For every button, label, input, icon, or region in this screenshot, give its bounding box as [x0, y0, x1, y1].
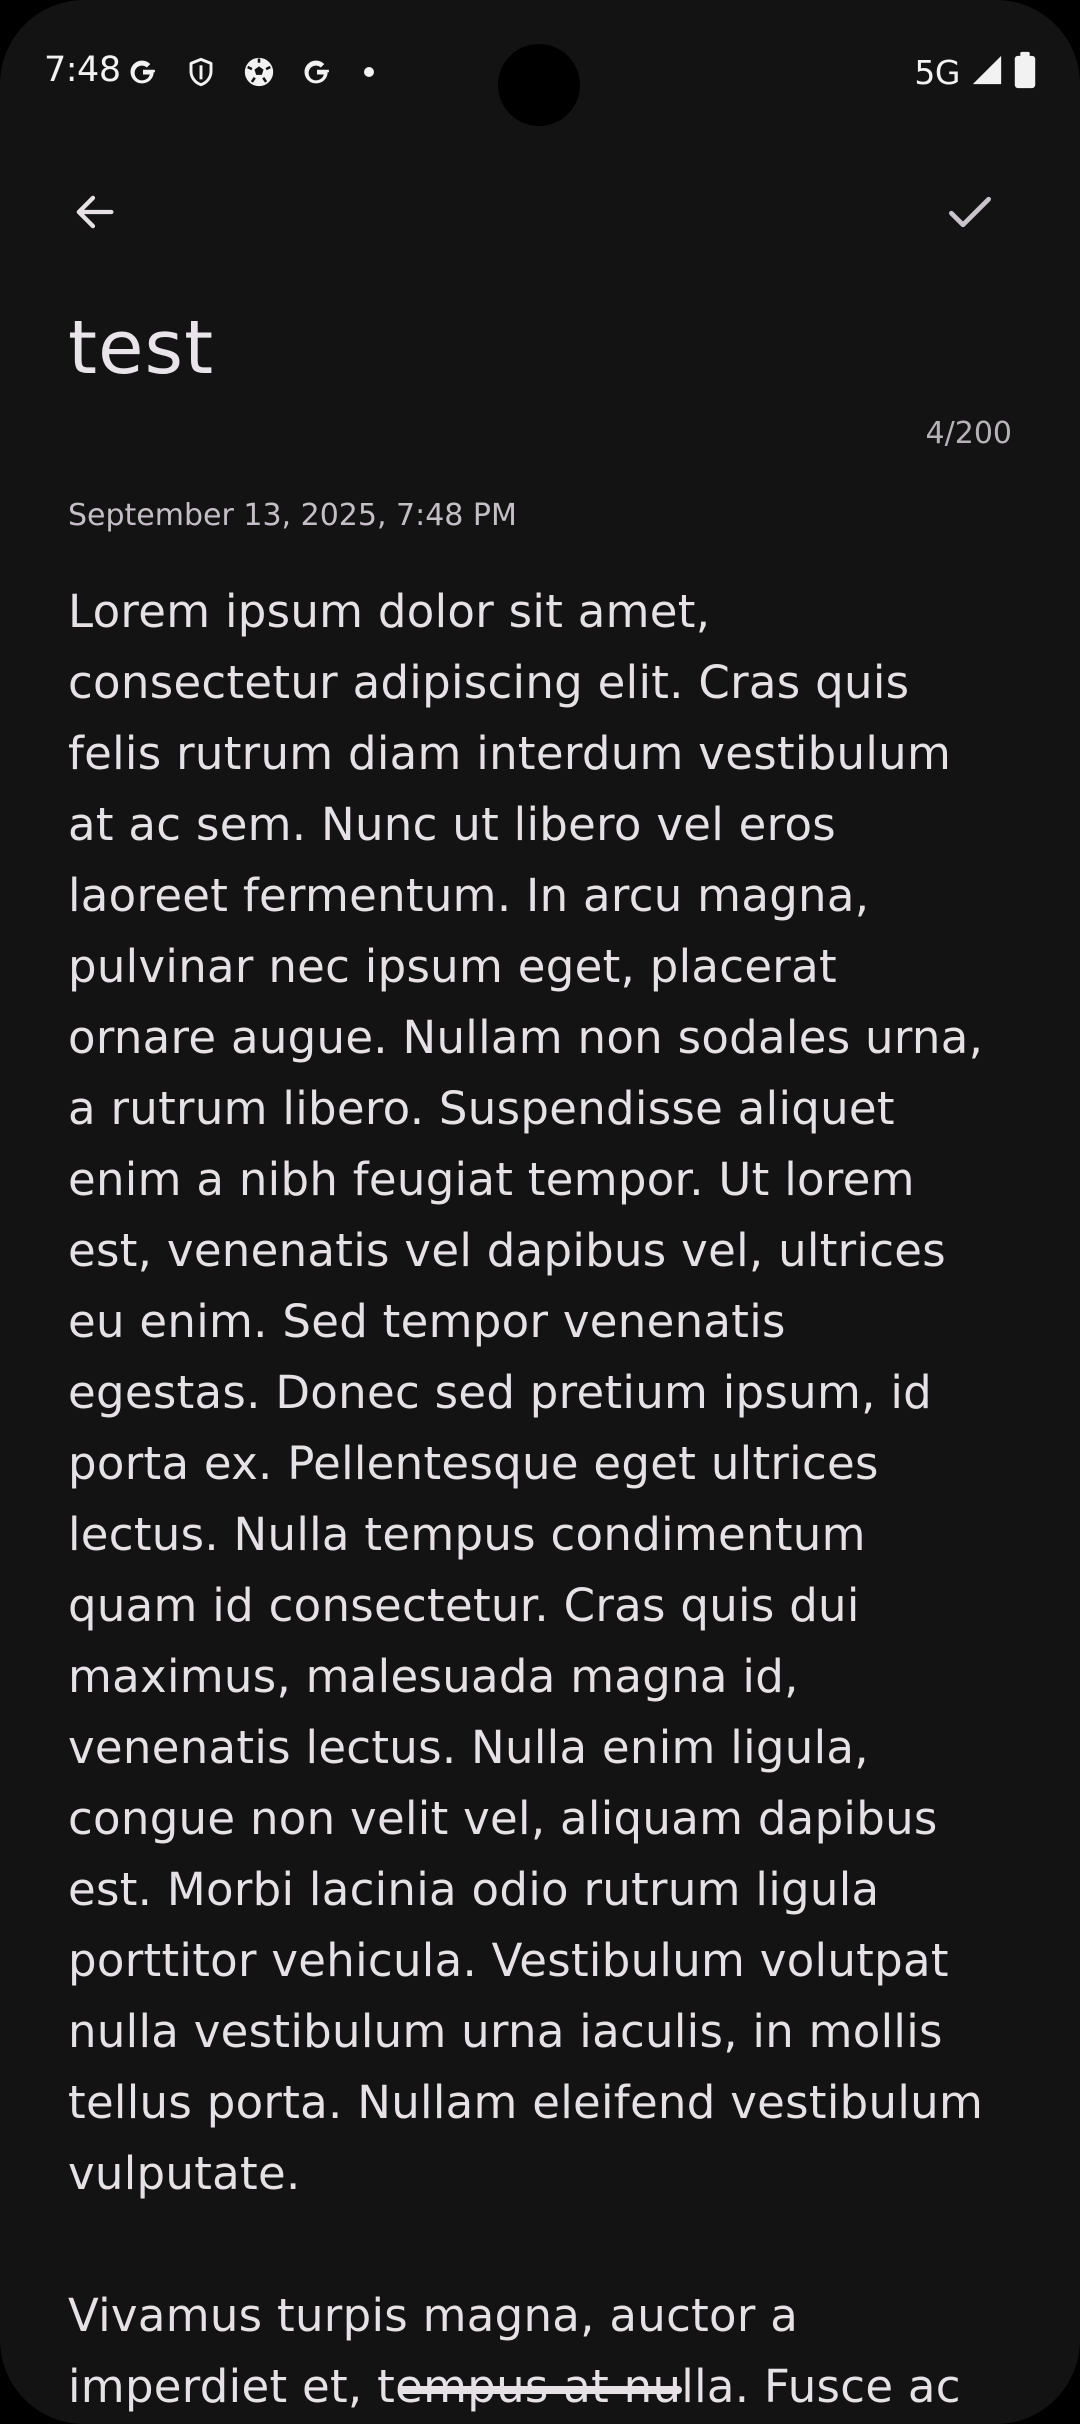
- camera-cutout: [498, 44, 580, 126]
- network-type: 5G: [914, 52, 960, 92]
- gesture-navigation-bar[interactable]: [398, 2386, 682, 2394]
- system-status: 5G: [914, 50, 1036, 94]
- checkmark-icon: [942, 184, 998, 244]
- shield-icon: [182, 53, 220, 91]
- top-app-bar: [0, 170, 1080, 260]
- arrow-back-icon: [68, 186, 120, 242]
- google-g-icon: [124, 53, 162, 91]
- note-timestamp: September 13, 2025, 7:48 PM: [68, 498, 517, 533]
- note-editor-screen: 7:48 5G test 4/200 September 13, 2025, 7…: [0, 0, 1080, 2424]
- save-button[interactable]: [926, 170, 1014, 258]
- note-title-input[interactable]: test: [68, 298, 214, 398]
- cell-signal-icon: [970, 53, 1004, 91]
- battery-icon: [1014, 51, 1036, 93]
- google-g-icon: [298, 53, 336, 91]
- back-button[interactable]: [50, 170, 138, 258]
- title-character-count: 4/200: [925, 416, 1012, 451]
- soccer-ball-icon: [240, 53, 278, 91]
- note-body-input[interactable]: Lorem ipsum dolor sit amet, consectetur …: [68, 576, 1018, 2422]
- notification-icons: [124, 50, 374, 94]
- status-time: 7:48: [44, 50, 121, 90]
- status-bar: 7:48 5G: [0, 0, 1080, 140]
- notification-dot-icon: [364, 67, 374, 77]
